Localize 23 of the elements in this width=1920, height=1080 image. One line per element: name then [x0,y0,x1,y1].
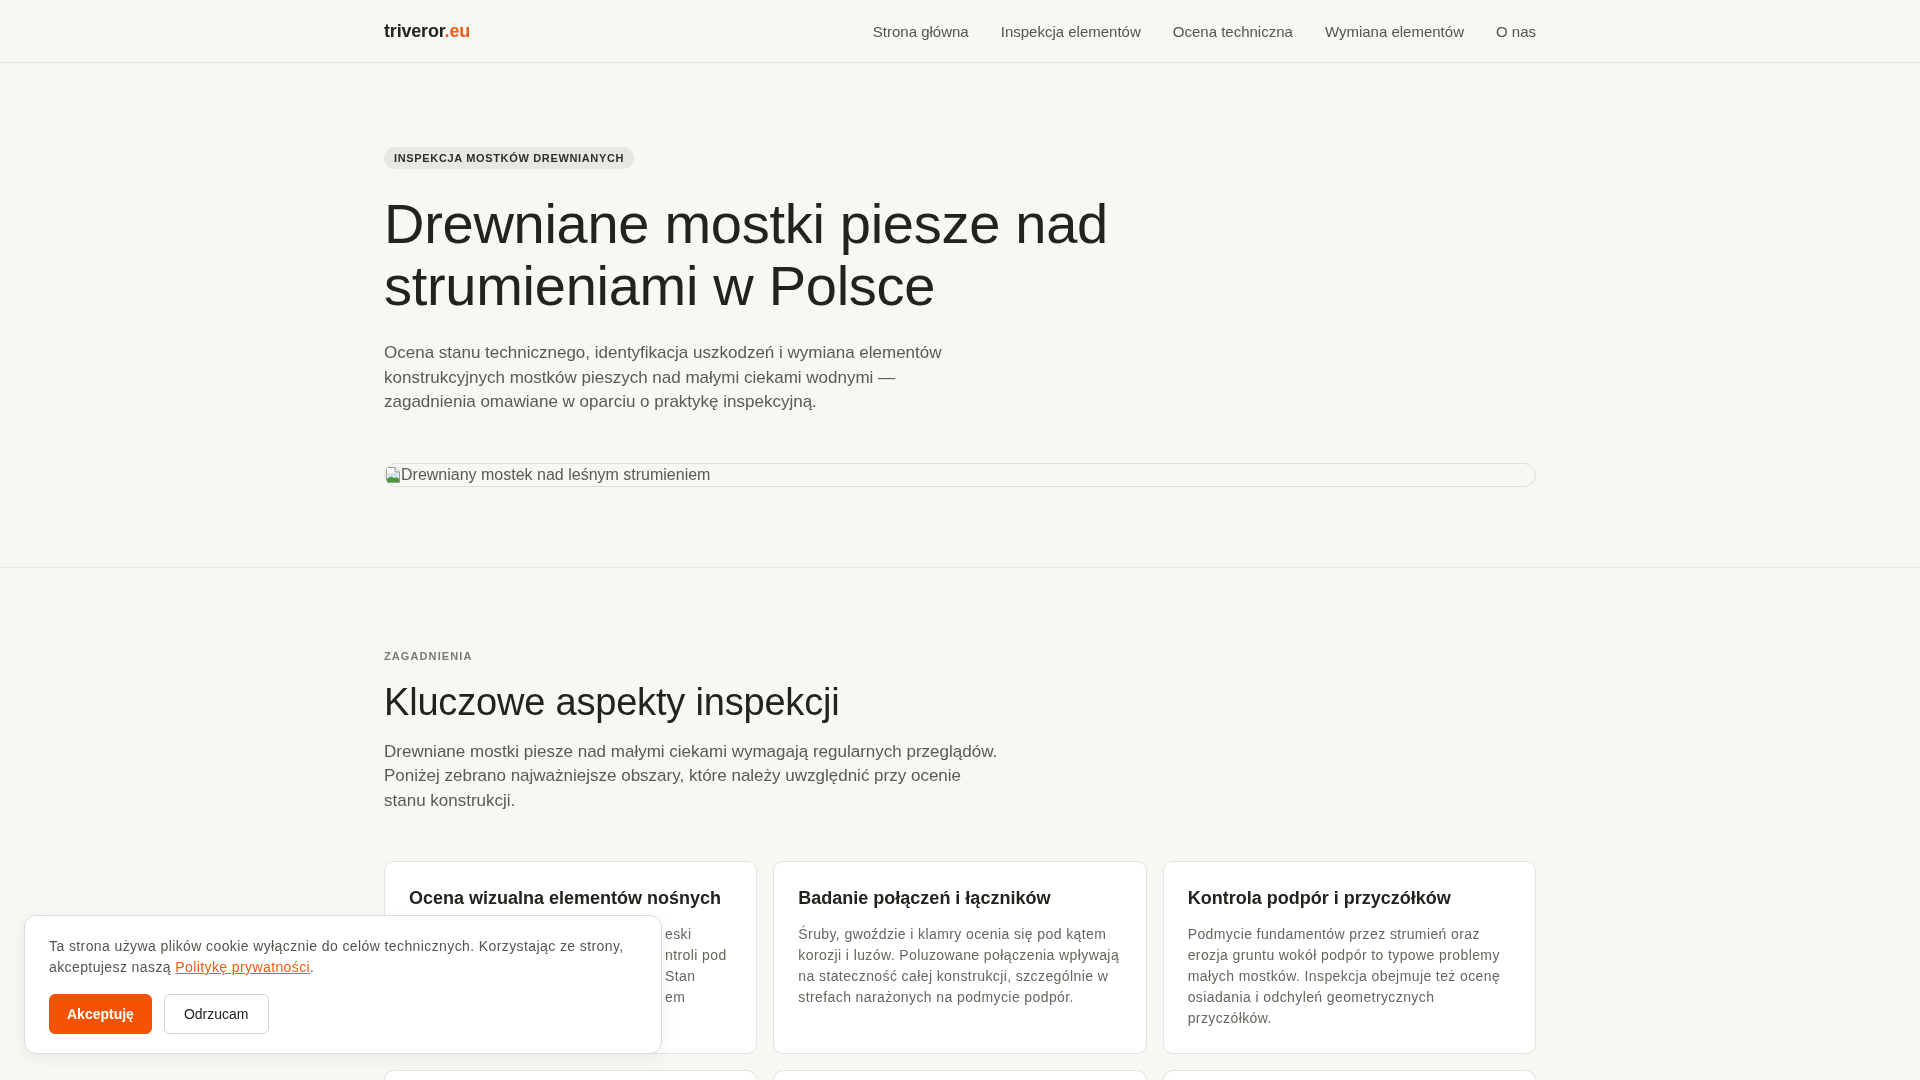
card-text: Śruby, gwoździe i klamry ocenia się pod kątem korozji i luzów. Poluzowane połączenia wpływają na stateczność całej konstrukcji, szczególnie w strefach narażonych na podmycie podpór. [798,924,1121,1008]
nav-link[interactable]: Inspekcja elementów [1000,22,1141,40]
nav-link[interactable]: Ocena techniczna [1172,22,1293,40]
site-logo[interactable]: triveror.eu [384,20,471,42]
intro-text: Ocena stanu technicznego, identyfikacja uszkodzeń i wymiana elementów konstrukcyjnych mostków pieszych nad małymi ciekami wodnymi — zagadnienia omawiane w oparciu o praktykę inspekcyjną. [384,342,943,414]
card-title: Ocena wizualna elementów nośnych [409,887,723,911]
card-title: Kontrola podpór i przyczółków [1187,887,1452,911]
section-label: ZAGADNIENIA [384,648,474,664]
category-badge: INSPEKCJA MOSTKÓW DREWNIANYCH [384,147,635,169]
nav-link[interactable]: O nas [1495,22,1536,40]
broken-image-icon [385,466,401,483]
cookie-notice-text: Ta strona używa plików cookie wyłącznie do celów technicznych. Korzystając ze strony, akceptujesz naszą Politykę prywatności. [49,937,625,977]
card-text: eski ntroli pod Stan em [665,925,728,1008]
card-text: Podmycie fundamentów przez strumień oraz erozja gruntu wokół podpór to typowe problemy małych mostków. Inspekcja obejmuje też ocenę osiadania i odchyleń geometrycznych przyczółków. [1187,925,1502,1029]
privacy-policy-link[interactable]: Politykę prywatności [175,959,311,975]
image-alt-text: Drewniany mostek nad leśnym strumieniem [401,465,711,484]
section-intro-text: Drewniane mostki piesze nad małymi ciekami wymagają regularnych przeglądów. Poniżej zebrano najważniejsze obszary, które należy uwzględnić przy ocenie stanu konstrukcji. [384,740,999,812]
card-title: Badanie połączeń i łączników [798,887,1052,911]
nav-link[interactable]: Wymiana elementów [1324,22,1464,40]
nav-link[interactable]: Strona główna [872,22,969,40]
section-title: Kluczowe aspekty inspekcji [384,679,841,725]
reject-button[interactable]: Odrzucam [163,994,269,1034]
page-title: Drewniane mostki piesze nad strumieniami w Polsce [384,193,1109,317]
